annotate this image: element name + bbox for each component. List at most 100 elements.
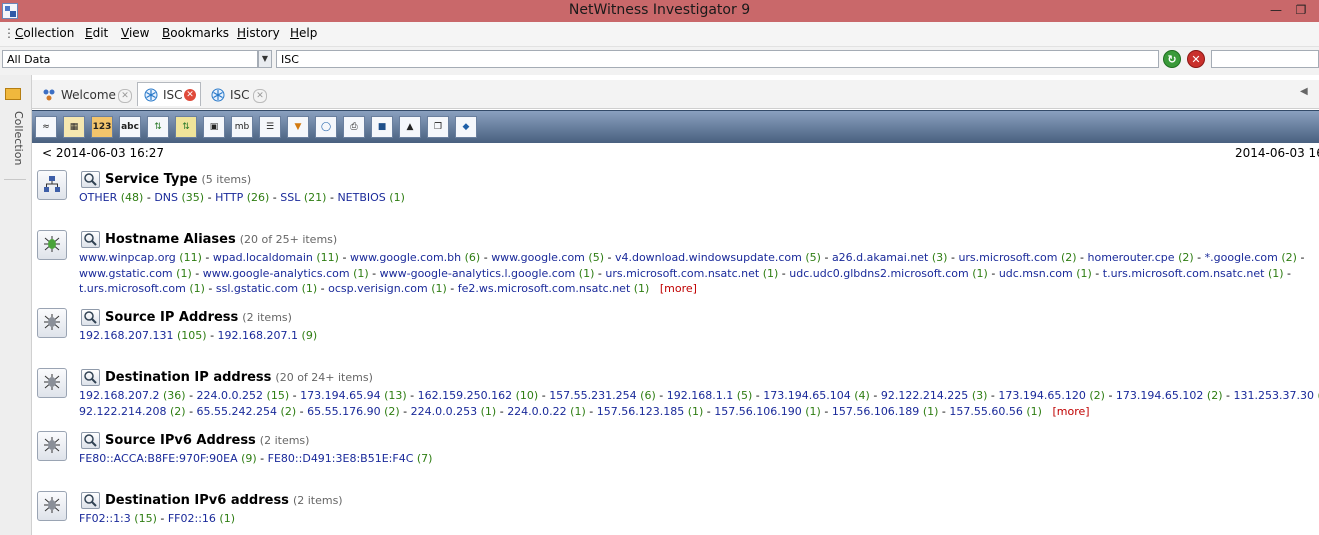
meta-value-link[interactable]: 92.122.214.225: [881, 389, 968, 402]
meta-value-link[interactable]: urs.microsoft.com: [958, 251, 1057, 264]
search-icon[interactable]: [81, 432, 100, 449]
meta-value-link[interactable]: 192.168.207.2: [79, 389, 159, 402]
search-icon[interactable]: [81, 492, 100, 509]
numeric-icon[interactable]: 123: [91, 116, 113, 138]
meta-value-link[interactable]: www.gstatic.com: [79, 267, 173, 280]
network-icon[interactable]: [37, 170, 67, 200]
search-icon[interactable]: [81, 231, 100, 248]
meta-value-link[interactable]: FE80::ACCA:B8FE:970F:90EA: [79, 452, 238, 465]
meta-value-link[interactable]: udc.udc0.glbdns2.microsoft.com: [789, 267, 968, 280]
filter-icon[interactable]: ▼: [287, 116, 309, 138]
chevron-down-icon[interactable]: ▼: [258, 50, 272, 68]
meta-value-link[interactable]: udc.msn.com: [999, 267, 1073, 280]
meta-value-link[interactable]: 157.56.123.185: [597, 405, 684, 418]
menu-bookmarks[interactable]: Bookmarks: [162, 26, 229, 40]
meta-value-link[interactable]: *.google.com: [1205, 251, 1278, 264]
window-icon[interactable]: ▣: [203, 116, 225, 138]
tab-close-icon[interactable]: ✕: [184, 89, 196, 101]
tab-isc-active[interactable]: ISC ✕: [137, 82, 201, 106]
timeline-icon[interactable]: ≈: [35, 116, 57, 138]
meta-value-link[interactable]: fe2.ws.microsoft.com.nsatc.net: [458, 282, 630, 295]
meta-value-link[interactable]: 157.55.231.254: [549, 389, 636, 402]
stop-icon[interactable]: ✕: [1187, 50, 1205, 68]
meta-value-link[interactable]: 157.55.60.56: [949, 405, 1022, 418]
search-icon[interactable]: [81, 171, 100, 188]
meta-value-link[interactable]: OTHER: [79, 191, 117, 204]
bug-icon[interactable]: [37, 431, 67, 461]
meta-value-link[interactable]: 192.168.207.131: [79, 329, 173, 342]
more-link[interactable]: [more]: [1052, 405, 1089, 418]
meta-value-link[interactable]: 173.194.65.120: [998, 389, 1085, 402]
meta-value-link[interactable]: www.google.com.bh: [350, 251, 461, 264]
save-icon[interactable]: ■: [371, 116, 393, 138]
meta-value-link[interactable]: 224.0.0.22: [507, 405, 566, 418]
search-icon[interactable]: [81, 309, 100, 326]
meta-value-link[interactable]: ocsp.verisign.com: [328, 282, 428, 295]
collection-folder-icon[interactable]: [5, 88, 21, 100]
meta-value-link[interactable]: 157.56.106.189: [832, 405, 919, 418]
bug-icon[interactable]: [37, 491, 67, 521]
bug-icon[interactable]: [37, 368, 67, 398]
text-icon[interactable]: abc: [119, 116, 141, 138]
tab-close-icon[interactable]: ✕: [253, 89, 267, 103]
meta-value-link[interactable]: FF02::16: [168, 512, 216, 525]
menu-edit[interactable]: Edit: [85, 26, 108, 40]
collection-side-tab[interactable]: Collection: [5, 111, 25, 181]
time-range-start[interactable]: < 2014-06-03 16:27: [42, 146, 164, 160]
sort-icon[interactable]: ⇅: [147, 116, 169, 138]
meta-value-link[interactable]: a26.d.akamai.net: [832, 251, 928, 264]
refresh-icon[interactable]: ↻: [1163, 50, 1181, 68]
meta-value-link[interactable]: SSL: [280, 191, 300, 204]
meta-value-link[interactable]: 65.55.176.90: [307, 405, 380, 418]
menu-collection[interactable]: Collection: [15, 26, 74, 40]
meta-value-link[interactable]: 224.0.0.253: [411, 405, 477, 418]
meta-value-link[interactable]: www.google-analytics.com: [203, 267, 350, 280]
minimize-button[interactable]: —: [1266, 2, 1286, 18]
restore-button[interactable]: ❐: [1291, 2, 1311, 18]
sort-desc-icon[interactable]: ⇅: [175, 116, 197, 138]
shield-icon[interactable]: ◆: [455, 116, 477, 138]
bug-icon[interactable]: [37, 230, 67, 260]
tab-close-icon[interactable]: ✕: [118, 89, 132, 103]
meta-value-link[interactable]: 192.168.207.1: [218, 329, 298, 342]
meta-value-link[interactable]: 131.253.37.30: [1233, 389, 1313, 402]
meta-value-link[interactable]: FE80::D491:3E8:B51E:F4C: [268, 452, 414, 465]
meta-value-link[interactable]: 192.168.1.1: [667, 389, 733, 402]
bug-icon[interactable]: [37, 308, 67, 338]
meta-value-link[interactable]: 173.194.65.104: [763, 389, 850, 402]
meta-value-link[interactable]: ssl.gstatic.com: [216, 282, 298, 295]
meta-value-link[interactable]: v4.download.windowsupdate.com: [615, 251, 802, 264]
query-input[interactable]: ISC: [276, 50, 1159, 68]
meta-value-link[interactable]: www.google.com: [491, 251, 585, 264]
stack-icon[interactable]: ☰: [259, 116, 281, 138]
meta-value-link[interactable]: 92.122.214.208: [79, 405, 166, 418]
meta-value-link[interactable]: 173.194.65.94: [300, 389, 380, 402]
tab-scroll-left-icon[interactable]: ◀: [1300, 86, 1308, 97]
meta-value-link[interactable]: wpad.localdomain: [213, 251, 313, 264]
meta-value-link[interactable]: 65.55.242.254: [197, 405, 277, 418]
meta-value-link[interactable]: 173.194.65.102: [1116, 389, 1203, 402]
meta-value-link[interactable]: www-google-analytics.l.google.com: [380, 267, 576, 280]
copy-icon[interactable]: ❐: [427, 116, 449, 138]
report-icon[interactable]: ▦: [63, 116, 85, 138]
globe-icon[interactable]: ◯: [315, 116, 337, 138]
meta-value-link[interactable]: NETBIOS: [337, 191, 385, 204]
search-icon[interactable]: [81, 369, 100, 386]
menu-help[interactable]: Help: [290, 26, 317, 40]
meta-value-link[interactable]: 157.56.106.190: [714, 405, 801, 418]
print-icon[interactable]: ⎙: [343, 116, 365, 138]
collection-select[interactable]: All Data: [2, 50, 258, 68]
meta-value-link[interactable]: DNS: [154, 191, 178, 204]
meta-value-link[interactable]: t.urs.microsoft.com: [79, 282, 186, 295]
meta-value-link[interactable]: urs.microsoft.com.nsatc.net: [605, 267, 759, 280]
menu-view[interactable]: View: [121, 26, 149, 40]
tab-welcome[interactable]: Welcome ✕: [35, 82, 133, 106]
meta-value-link[interactable]: t.urs.microsoft.com.nsatc.net: [1103, 267, 1265, 280]
export-icon[interactable]: ▲: [399, 116, 421, 138]
search-input[interactable]: [1211, 50, 1319, 68]
meta-value-link[interactable]: 162.159.250.162: [418, 389, 512, 402]
meta-value-link[interactable]: homerouter.cpe: [1088, 251, 1175, 264]
tab-isc[interactable]: ISC ✕: [204, 82, 270, 106]
more-link[interactable]: [more]: [660, 282, 697, 295]
meta-value-link[interactable]: HTTP: [215, 191, 243, 204]
